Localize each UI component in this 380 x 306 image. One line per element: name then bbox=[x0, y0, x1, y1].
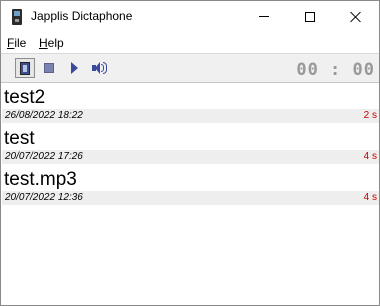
record-button[interactable] bbox=[15, 58, 35, 78]
play-icon bbox=[70, 62, 78, 74]
dictaphone-app-icon bbox=[12, 9, 22, 25]
recording-meta: 20/07/2022 17:26 4 s bbox=[2, 150, 379, 164]
minimize-button[interactable] bbox=[241, 1, 287, 32]
recordings-list[interactable]: test2 26/08/2022 18:22 2 s test 20/07/20… bbox=[2, 85, 379, 208]
toolbar: 00 : 00 bbox=[1, 53, 379, 83]
recording-date: 26/08/2022 18:22 bbox=[5, 110, 83, 121]
play-button[interactable] bbox=[64, 58, 84, 78]
elapsed-timer: 00 : 00 bbox=[296, 60, 375, 80]
menu-help[interactable]: Help bbox=[39, 36, 64, 50]
recording-duration: 4 s bbox=[363, 192, 377, 203]
menu-file-label: ile bbox=[14, 36, 27, 50]
recording-date: 20/07/2022 17:26 bbox=[5, 151, 83, 162]
maximize-button[interactable] bbox=[287, 1, 333, 32]
recording-meta: 20/07/2022 12:36 4 s bbox=[2, 191, 379, 205]
recording-item[interactable]: test.mp3 20/07/2022 12:36 4 s bbox=[2, 167, 379, 208]
menu-help-mnemonic: H bbox=[39, 36, 48, 50]
stop-button[interactable] bbox=[39, 58, 59, 78]
menu-file[interactable]: File bbox=[7, 36, 26, 50]
record-icon bbox=[20, 61, 30, 75]
app-window: Japplis Dictaphone File Help 00 : 00 tes… bbox=[0, 0, 380, 306]
minimize-icon bbox=[259, 16, 269, 17]
close-button[interactable] bbox=[333, 1, 379, 32]
recording-meta: 26/08/2022 18:22 2 s bbox=[2, 109, 379, 123]
volume-button[interactable] bbox=[90, 58, 110, 78]
volume-icon bbox=[92, 62, 108, 74]
recording-name: test bbox=[4, 128, 35, 149]
stop-icon bbox=[44, 63, 54, 73]
title-bar[interactable]: Japplis Dictaphone bbox=[1, 1, 379, 32]
maximize-icon bbox=[305, 11, 315, 22]
close-icon bbox=[350, 11, 362, 23]
recording-item[interactable]: test 20/07/2022 17:26 4 s bbox=[2, 126, 379, 167]
recording-name: test2 bbox=[4, 87, 46, 108]
recording-duration: 4 s bbox=[363, 151, 377, 162]
recording-date: 20/07/2022 12:36 bbox=[5, 192, 83, 203]
recording-item[interactable]: test2 26/08/2022 18:22 2 s bbox=[2, 85, 379, 126]
recording-duration: 2 s bbox=[363, 110, 377, 121]
menu-help-label: elp bbox=[47, 36, 64, 50]
menu-bar: File Help bbox=[1, 33, 379, 52]
window-title: Japplis Dictaphone bbox=[31, 9, 133, 23]
recording-name: test.mp3 bbox=[4, 169, 77, 190]
